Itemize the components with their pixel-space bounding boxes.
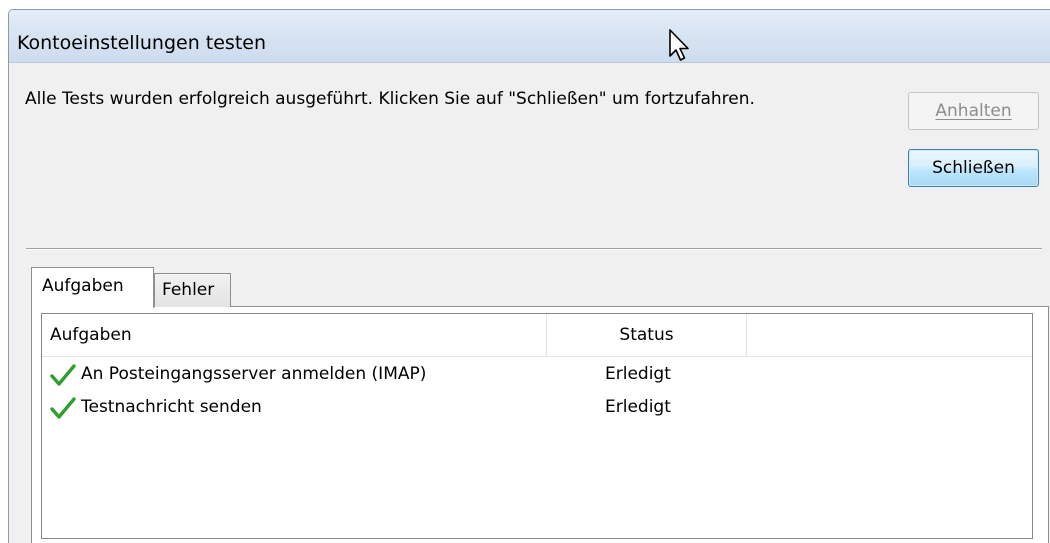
column-header-status[interactable]: Status <box>547 314 747 356</box>
close-button[interactable]: Schließen <box>908 149 1039 187</box>
separator-line <box>26 248 1042 250</box>
column-header-tasks[interactable]: Aufgaben <box>42 314 547 356</box>
task-name: Testnachricht senden <box>81 397 262 417</box>
task-status: Erledigt <box>605 364 671 384</box>
task-status: Erledigt <box>605 397 671 417</box>
tab-panel-tasks: Aufgaben Status An Posteingangsserver an… <box>31 306 1049 543</box>
checkmark-icon <box>50 397 76 419</box>
stop-button[interactable]: Anhalten <box>908 92 1039 130</box>
task-name: An Posteingangsserver anmelden (IMAP) <box>81 364 427 384</box>
checkmark-icon <box>50 364 76 386</box>
mouse-pointer-icon <box>669 29 689 61</box>
table-row[interactable]: Testnachricht senden Erledigt <box>42 394 1032 424</box>
title-bar[interactable]: Kontoeinstellungen testen <box>9 10 1050 63</box>
table-row[interactable]: An Posteingangsserver anmelden (IMAP) Er… <box>42 361 1032 391</box>
tab-errors[interactable]: Fehler <box>154 273 231 307</box>
status-message: Alle Tests wurden erfolgreich ausgeführt… <box>25 89 755 109</box>
test-account-settings-dialog: Kontoeinstellungen testen Alle Tests wur… <box>8 9 1050 543</box>
column-header-empty[interactable] <box>747 314 1027 356</box>
tasks-list-view[interactable]: Aufgaben Status An Posteingangsserver an… <box>41 313 1033 539</box>
window-title: Kontoeinstellungen testen <box>17 32 266 54</box>
list-header: Aufgaben Status <box>42 314 1032 357</box>
tab-tasks[interactable]: Aufgaben <box>31 267 154 308</box>
